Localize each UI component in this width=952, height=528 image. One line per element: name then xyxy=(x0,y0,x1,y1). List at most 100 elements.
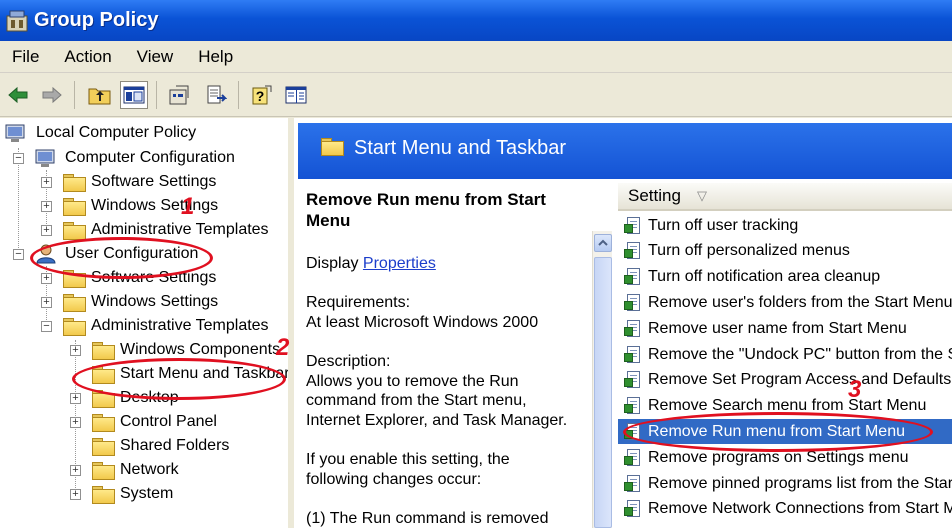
setting-title: Remove Run menu from Start Menu xyxy=(306,190,546,230)
description-text: Allows you to remove the Run xyxy=(306,373,519,390)
settings-list: Setting ▽ Turn off user tracking Turn off… xyxy=(612,179,952,528)
collapse-toggle[interactable]: − xyxy=(13,153,24,164)
tree-network[interactable]: Network xyxy=(91,459,179,481)
tree-uc-administrative-templates[interactable]: Administrative Templates xyxy=(62,315,269,337)
requirements-value: At least Microsoft Windows 2000 xyxy=(306,314,539,331)
folder-icon xyxy=(320,137,344,156)
description-text: command from the Start menu, xyxy=(306,392,527,409)
tree-cc-windows-settings[interactable]: Windows Settings xyxy=(62,195,218,217)
folder-icon xyxy=(62,293,86,312)
setting-row[interactable]: Remove pinned programs list from the Sta… xyxy=(618,471,952,496)
expand-toggle[interactable]: + xyxy=(41,273,52,284)
properties-icon[interactable] xyxy=(166,81,194,109)
title-bar[interactable]: Group Policy xyxy=(0,0,952,41)
extended-view-icon[interactable] xyxy=(282,81,310,109)
policy-setting-icon xyxy=(624,448,644,468)
display-line: Display Properties xyxy=(306,255,436,272)
setting-row[interactable]: Turn off notification area cleanup xyxy=(618,265,952,290)
details-header: Start Menu and Taskbar xyxy=(298,123,952,179)
expand-toggle[interactable]: + xyxy=(41,225,52,236)
setting-label: Remove the "Undock PC" button from the S… xyxy=(648,345,952,363)
export-list-icon[interactable] xyxy=(202,81,230,109)
show-tree-icon[interactable] xyxy=(120,81,148,109)
setting-label: Turn off personalized menus xyxy=(648,242,850,260)
svg-text:?: ? xyxy=(256,88,265,104)
description-text: following changes occur: xyxy=(306,471,482,488)
collapse-toggle[interactable]: − xyxy=(13,249,24,260)
folder-icon xyxy=(91,341,115,360)
expand-toggle[interactable]: + xyxy=(41,201,52,212)
back-icon[interactable] xyxy=(4,81,32,109)
up-folder-icon[interactable] xyxy=(86,81,114,109)
setting-label: Remove user name from Start Menu xyxy=(648,319,907,337)
setting-row[interactable]: Remove Network Connections from Start Me… xyxy=(618,497,952,522)
tree-system[interactable]: System xyxy=(91,483,173,505)
description-text: Internet Explorer, and Task Manager. xyxy=(306,412,568,429)
computer-policy-icon xyxy=(5,124,25,142)
toolbar-separator xyxy=(156,81,157,109)
setting-label: Remove Network Connections from Start Me… xyxy=(648,500,952,518)
tree-pane[interactable]: Local Computer Policy − Computer Configu… xyxy=(0,118,291,528)
annotation-oval-user-configuration xyxy=(30,237,213,279)
menu-help[interactable]: Help xyxy=(198,47,233,67)
tree-root[interactable]: Local Computer Policy xyxy=(4,122,196,144)
folder-icon xyxy=(62,173,86,192)
group-policy-icon xyxy=(4,8,30,34)
tree-cc-software-settings[interactable]: Software Settings xyxy=(62,171,216,193)
folder-icon xyxy=(91,437,115,456)
setting-row[interactable]: Turn off user tracking xyxy=(618,213,952,238)
setting-label: Remove pinned programs list from the Sta… xyxy=(648,474,952,492)
policy-setting-icon xyxy=(624,216,644,236)
tree-control-panel[interactable]: Control Panel xyxy=(91,411,217,433)
setting-label: Turn off user tracking xyxy=(648,216,799,234)
toolbar-separator xyxy=(238,81,239,109)
policy-setting-icon xyxy=(624,241,644,261)
expand-toggle[interactable]: + xyxy=(70,345,81,356)
setting-row[interactable]: Turn off personalized menus xyxy=(618,239,952,264)
expand-toggle[interactable]: + xyxy=(70,393,81,404)
tree-uc-windows-settings[interactable]: Windows Settings xyxy=(62,291,218,313)
collapse-toggle[interactable]: − xyxy=(41,321,52,332)
setting-row[interactable]: Remove user name from Start Menu xyxy=(618,316,952,341)
setting-row[interactable]: Remove user's folders from the Start Men… xyxy=(618,290,952,315)
expand-toggle[interactable]: + xyxy=(70,489,81,500)
menu-file[interactable]: File xyxy=(12,47,39,67)
folder-icon xyxy=(62,317,86,336)
setting-row[interactable]: Remove the "Undock PC" button from the S… xyxy=(618,342,952,367)
policy-setting-icon xyxy=(624,293,644,313)
policy-setting-icon xyxy=(624,396,644,416)
annotation-oval-remove-run xyxy=(623,412,933,452)
expand-toggle[interactable]: + xyxy=(41,177,52,188)
forward-icon[interactable] xyxy=(38,81,66,109)
vertical-scrollbar[interactable] xyxy=(592,231,612,528)
properties-link[interactable]: Properties xyxy=(363,255,436,272)
policy-setting-icon xyxy=(624,319,644,339)
setting-column-header[interactable]: Setting ▽ xyxy=(618,183,952,211)
policy-setting-icon xyxy=(624,499,644,519)
setting-row[interactable]: Remove Set Program Access and Defaults f… xyxy=(618,368,952,393)
expand-toggle[interactable]: + xyxy=(70,465,81,476)
policy-setting-icon xyxy=(624,370,644,390)
details-header-title: Start Menu and Taskbar xyxy=(354,137,566,159)
policy-setting-icon xyxy=(624,345,644,365)
annotation-number: 3 xyxy=(848,376,862,403)
tree-computer-configuration[interactable]: Computer Configuration xyxy=(34,147,235,169)
details-pane: Start Menu and Taskbar Remove Run menu f… xyxy=(294,118,952,528)
sort-icon: ▽ xyxy=(696,188,707,203)
toolbar: ? xyxy=(0,73,952,117)
help-icon[interactable]: ? xyxy=(248,81,276,109)
policy-setting-icon xyxy=(624,474,644,494)
chevron-up-icon xyxy=(598,239,608,246)
scroll-thumb[interactable] xyxy=(594,257,612,528)
policy-setting-icon xyxy=(624,267,644,287)
expand-toggle[interactable]: + xyxy=(41,297,52,308)
annotation-number: 2 xyxy=(276,334,290,361)
expand-toggle[interactable]: + xyxy=(70,417,81,428)
scroll-up-button[interactable] xyxy=(594,234,612,252)
menu-action[interactable]: Action xyxy=(64,47,111,67)
folder-icon xyxy=(62,197,86,216)
tree-shared-folders[interactable]: Shared Folders xyxy=(91,435,229,457)
menu-view[interactable]: View xyxy=(137,47,174,67)
folder-icon xyxy=(91,461,115,480)
description-label: Description: xyxy=(306,353,391,370)
